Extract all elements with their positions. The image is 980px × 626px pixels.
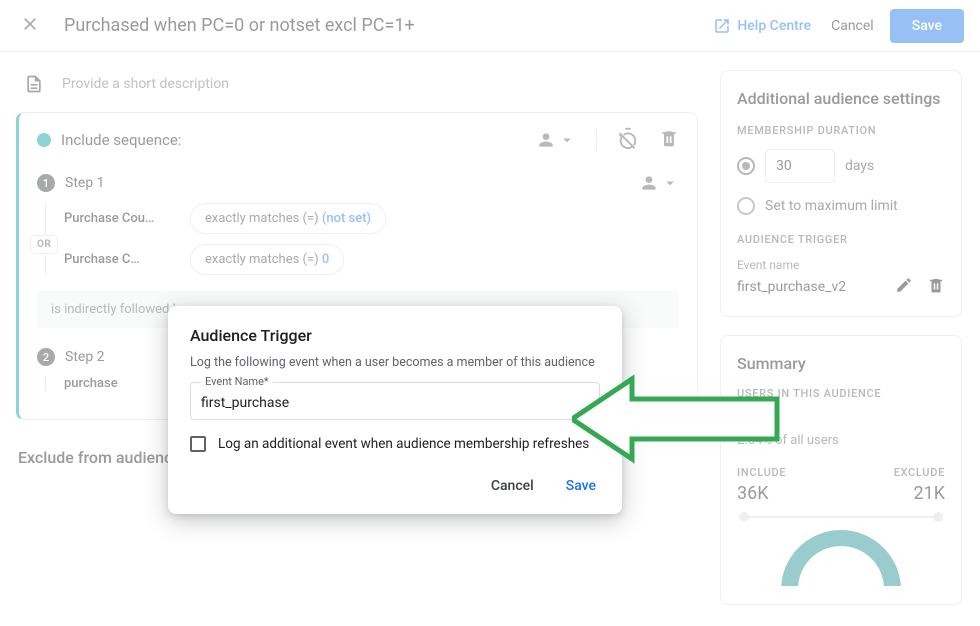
log-refresh-label: Log an additional event when audience me… <box>218 436 589 452</box>
event-name-input[interactable] <box>191 383 599 419</box>
audience-trigger-dialog: Audience Trigger Log the following event… <box>168 306 622 514</box>
event-name-field-label: Event Name* <box>201 375 273 388</box>
log-refresh-checkbox[interactable] <box>190 436 206 452</box>
dialog-title: Audience Trigger <box>190 326 600 345</box>
annotation-arrow <box>572 344 782 494</box>
dialog-help-text: Log the following event when a user beco… <box>190 355 600 370</box>
dialog-cancel-button[interactable]: Cancel <box>487 472 538 500</box>
event-name-field-wrapper: Event Name* <box>190 382 600 420</box>
